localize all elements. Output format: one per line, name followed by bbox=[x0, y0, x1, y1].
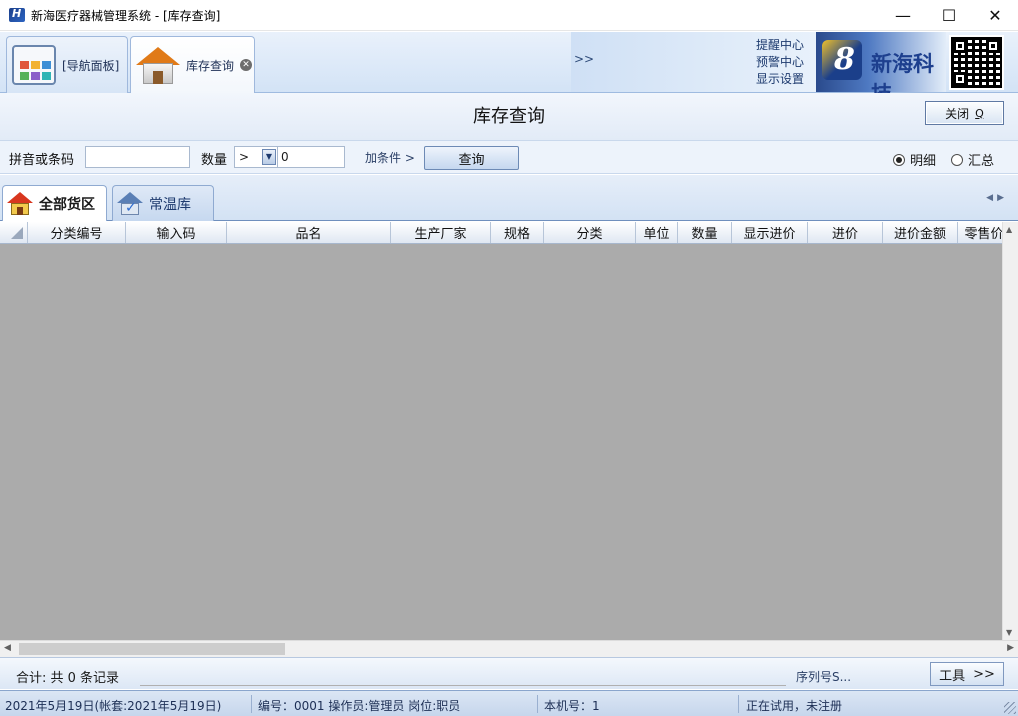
maximize-button[interactable]: ☐ bbox=[926, 0, 972, 31]
radio-detail[interactable]: 明细 bbox=[893, 150, 936, 169]
quick-links: 提醒中心 预警中心 显示设置 bbox=[756, 37, 804, 87]
divider bbox=[251, 695, 252, 713]
qr-code-icon bbox=[949, 35, 1004, 90]
scroll-left-icon[interactable]: ◀ bbox=[4, 643, 11, 653]
warning-center-link[interactable]: 预警中心 bbox=[756, 54, 804, 70]
tools-label: 工具 bbox=[939, 665, 965, 684]
column-header[interactable]: 分类编号 bbox=[28, 222, 126, 243]
scroll-left-icon[interactable]: ◀ bbox=[986, 193, 997, 203]
page-header: 库存查询 关闭 Q bbox=[0, 93, 1018, 141]
tab-all-areas[interactable]: 全部货区 bbox=[2, 185, 107, 221]
column-header[interactable]: 进价 bbox=[808, 222, 883, 243]
column-header[interactable]: 规格 bbox=[491, 222, 544, 243]
status-machine: 本机号：1 bbox=[544, 697, 600, 714]
record-count: 合计: 共 0 条记录 bbox=[16, 667, 119, 686]
radio-detail-label: 明细 bbox=[910, 150, 936, 169]
add-condition-link[interactable]: 加条件 > bbox=[365, 149, 415, 166]
quantity-operator-value: > bbox=[239, 150, 249, 164]
scroll-down-icon[interactable]: ▼ bbox=[1006, 628, 1012, 637]
tab-label: 全部货区 bbox=[39, 194, 95, 214]
reminder-center-link[interactable]: 提醒中心 bbox=[756, 37, 804, 53]
scroll-right-icon[interactable]: ▶ bbox=[1007, 643, 1014, 653]
brand-logo: 新海科技 bbox=[816, 32, 946, 92]
more-tabs-chevron-icon[interactable]: >> bbox=[574, 52, 594, 66]
vertical-scrollbar[interactable]: ▲ ▼ bbox=[1002, 222, 1018, 640]
horizontal-scrollbar[interactable]: ◀ ▶ bbox=[0, 640, 1018, 657]
tools-button[interactable]: 工具 >> bbox=[930, 662, 1004, 686]
tab-scroll-arrows[interactable]: ◀▶ bbox=[986, 193, 1008, 203]
select-all-corner[interactable] bbox=[0, 222, 28, 243]
tab-inventory-query[interactable]: 库存查询 ✕ bbox=[130, 36, 255, 93]
divider bbox=[537, 695, 538, 713]
scrollbar-thumb[interactable] bbox=[19, 643, 285, 655]
column-header[interactable]: 分类 bbox=[544, 222, 636, 243]
house-icon bbox=[7, 192, 33, 216]
radio-unselected-icon bbox=[951, 154, 963, 166]
status-bar: 2021年5月19日(帐套:2021年5月19日) 编号：0001 操作员:管理… bbox=[0, 690, 1018, 716]
column-header[interactable]: 单位 bbox=[636, 222, 678, 243]
summary-bar: 合计: 共 0 条记录 序列号S... 工具 >> bbox=[0, 657, 1018, 689]
scroll-up-icon[interactable]: ▲ bbox=[1006, 225, 1012, 234]
shortcut-key: Q bbox=[975, 107, 984, 120]
column-header[interactable]: 数量 bbox=[678, 222, 732, 243]
column-header[interactable]: 生产厂家 bbox=[391, 222, 491, 243]
tab-room-temp-warehouse[interactable]: ✓ 常温库 bbox=[112, 185, 214, 221]
status-trial: 正在试用，未注册 bbox=[746, 697, 842, 714]
column-header[interactable]: 显示进价 bbox=[732, 222, 808, 243]
serial-number-link[interactable]: 序列号S... bbox=[796, 668, 851, 685]
divider bbox=[140, 685, 786, 686]
minimize-button[interactable]: — bbox=[880, 0, 926, 31]
radio-summary[interactable]: 汇总 bbox=[951, 150, 994, 169]
house-icon bbox=[136, 45, 180, 85]
radio-selected-icon bbox=[893, 154, 905, 166]
grid-body-empty[interactable] bbox=[0, 244, 1002, 640]
dashboard-grid-icon bbox=[12, 45, 56, 85]
dropdown-arrow-icon[interactable]: ▼ bbox=[262, 149, 276, 165]
divider bbox=[738, 695, 739, 713]
close-page-label: 关闭 bbox=[945, 105, 969, 122]
resize-grip-icon[interactable] bbox=[1004, 702, 1016, 714]
warehouse-check-icon: ✓ bbox=[117, 192, 143, 216]
tab-label: 常温库 bbox=[149, 194, 191, 214]
column-header[interactable]: 输入码 bbox=[126, 222, 227, 243]
chevron-right-icon: >> bbox=[973, 667, 995, 682]
quantity-value-input[interactable]: 0 bbox=[277, 146, 345, 168]
close-tab-icon[interactable]: ✕ bbox=[240, 59, 252, 71]
pinyin-barcode-label: 拼音或条码 bbox=[9, 149, 74, 168]
window-controls: — ☐ ✕ bbox=[880, 0, 1018, 31]
module-tab-strip: [导航面板] 库存查询 ✕ >> 提醒中心 预警中心 显示设置 新海科技 bbox=[0, 32, 1018, 93]
page-title: 库存查询 bbox=[0, 102, 1018, 128]
brand-mark-icon bbox=[822, 40, 862, 80]
grid-header: 分类编号 输入码 品名 生产厂家 规格 分类 单位 数量 显示进价 进价 进价金… bbox=[0, 222, 1010, 244]
tab-navigation-panel[interactable]: [导航面板] bbox=[6, 36, 128, 93]
filter-bar: 拼音或条码 数量 > ▼ 0 加条件 > 查询 明细 汇总 bbox=[0, 141, 1018, 174]
tab-label: [导航面板] bbox=[62, 57, 119, 74]
query-button[interactable]: 查询 bbox=[424, 146, 519, 170]
quantity-label: 数量 bbox=[201, 149, 227, 168]
close-window-button[interactable]: ✕ bbox=[972, 0, 1018, 31]
pinyin-barcode-input[interactable] bbox=[85, 146, 190, 168]
title-bar: 新海医疗器械管理系统 - [库存查询] — ☐ ✕ bbox=[0, 0, 1018, 31]
status-date: 2021年5月19日(帐套:2021年5月19日) bbox=[5, 697, 221, 714]
scroll-right-icon[interactable]: ▶ bbox=[997, 193, 1008, 203]
window-title: 新海医疗器械管理系统 - [库存查询] bbox=[31, 7, 220, 24]
column-header[interactable]: 进价金额 bbox=[883, 222, 958, 243]
close-page-button[interactable]: 关闭 Q bbox=[925, 101, 1004, 125]
tab-label: 库存查询 bbox=[186, 57, 234, 74]
status-operator: 编号：0001 操作员:管理员 岗位:职员 bbox=[258, 697, 460, 714]
app-logo-icon bbox=[9, 8, 25, 22]
warehouse-tab-strip: 全部货区 ✓ 常温库 ◀▶ bbox=[0, 175, 1018, 221]
radio-summary-label: 汇总 bbox=[968, 150, 994, 169]
column-header[interactable]: 品名 bbox=[227, 222, 391, 243]
display-settings-link[interactable]: 显示设置 bbox=[756, 71, 804, 87]
quantity-operator-select[interactable]: > ▼ bbox=[234, 146, 278, 168]
